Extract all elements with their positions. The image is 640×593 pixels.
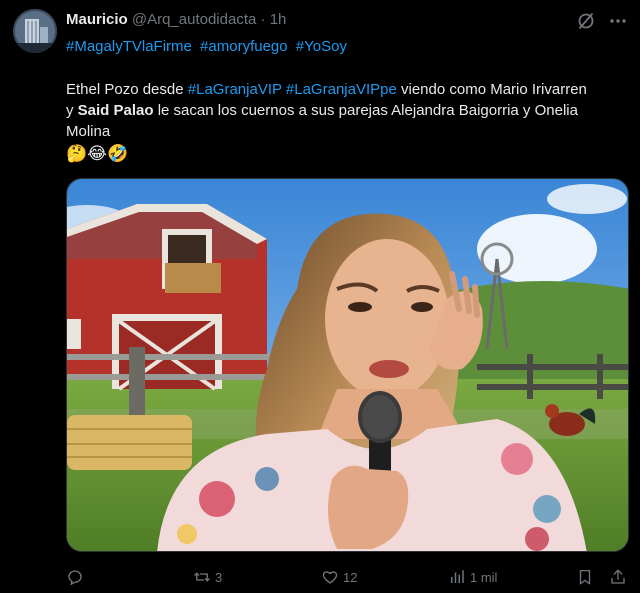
like-button[interactable]: 12 [321,566,357,588]
hashtag-link[interactable]: #MagalyTVlaFirme [66,38,192,55]
author-handle[interactable]: @Arq_autodidacta [132,11,256,28]
separator-dot: · [260,11,266,28]
retweet-icon [194,572,210,582]
author-name[interactable]: Mauricio [66,11,128,28]
mentioned-name: Said Palao [77,102,154,119]
hashtag-link[interactable]: #YoSoy [296,38,347,55]
action-bar: 3 12 1 mil [66,566,628,590]
avatar[interactable] [13,9,57,53]
views-icon [451,570,464,583]
tweet[interactable]: Mauricio @Arq_autodidacta · 1h #MagalyTV… [0,0,640,593]
heart-icon [322,571,338,584]
like-count: 12 [343,569,358,585]
retweet-count: 3 [215,569,223,585]
share-button[interactable] [609,566,627,588]
grok-slash-icon[interactable] [576,11,596,31]
tweet-image[interactable] [66,178,629,552]
tweet-header: Mauricio @Arq_autodidacta · 1h [66,10,590,30]
hashtag-link[interactable]: #LaGranjaVIPpe [286,81,397,98]
tweet-text: Ethel Pozo desde #LaGranjaVIP #LaGranjaV… [66,79,596,142]
hashtag-line: #MagalyTVlaFirme #amoryfuego #YoSoy [66,37,351,57]
reply-button[interactable] [66,566,88,588]
hashtag-link[interactable]: #LaGranjaVIP [188,81,282,98]
reply-icon [68,570,82,586]
bookmark-icon [579,569,591,585]
retweet-button[interactable]: 3 [193,566,222,588]
views-button[interactable]: 1 mil [448,566,497,588]
share-icon [611,569,625,584]
bookmark-button[interactable] [576,566,594,588]
views-count: 1 mil [470,569,498,585]
more-icon[interactable] [608,11,628,31]
emoji-line: 🤔😂🤣 [66,144,129,163]
text-part: Ethel Pozo desde [66,81,188,98]
hashtag-link[interactable]: #amoryfuego [200,38,288,55]
timestamp[interactable]: 1h [270,11,287,28]
